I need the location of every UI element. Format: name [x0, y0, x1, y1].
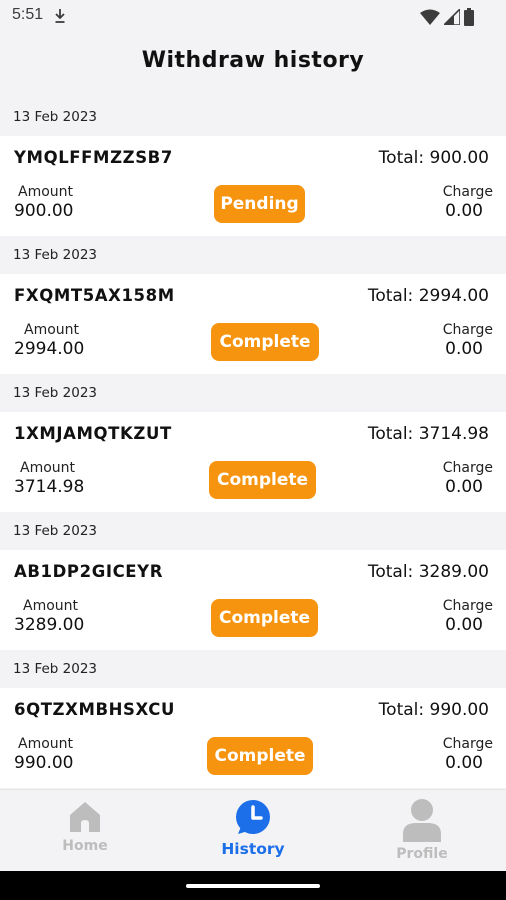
bottom-nav: Home History Profile — [0, 789, 506, 871]
page-title: Withdraw history — [141, 48, 365, 73]
status-bar: 5:51 — [0, 0, 506, 34]
status-badge: Complete — [207, 737, 313, 775]
total-amount: Total: 3289.00 — [367, 562, 489, 582]
charge-label: Charge — [442, 598, 493, 614]
withdraw-card[interactable]: AB1DP2GICEYR Total: 3289.00 Amount 3289.… — [0, 550, 506, 650]
amount-label: Amount — [20, 460, 76, 476]
charge-value: 0.00 — [445, 477, 483, 497]
transaction-id: FXQMT5AX158M — [14, 286, 175, 305]
total-amount: Total: 900.00 — [378, 148, 489, 168]
withdraw-card[interactable]: 6QTZXMBHSXCU Total: 990.00 Amount 990.00… — [0, 688, 506, 788]
transaction-id: YMQLFFMZZSB7 — [14, 148, 173, 167]
transaction-id: AB1DP2GICEYR — [14, 562, 164, 581]
nav-item-history[interactable]: History — [203, 798, 303, 858]
status-badge: Complete — [211, 599, 318, 637]
clock-icon — [236, 800, 270, 834]
withdraw-list: 13 Feb 2023 YMQLFFMZZSB7 Total: 900.00 A… — [0, 98, 506, 788]
person-icon — [403, 799, 441, 842]
status-badge: Complete — [209, 461, 316, 499]
charge-label: Charge — [442, 460, 493, 476]
charge-label: Charge — [442, 736, 493, 752]
home-gesture-pill[interactable] — [186, 884, 320, 888]
nav-label-home: Home — [62, 838, 108, 854]
charge-value: 0.00 — [445, 753, 483, 773]
battery-icon — [464, 8, 474, 26]
signal-icon — [444, 9, 460, 25]
amount-value: 3714.98 — [14, 477, 85, 497]
charge-value: 0.00 — [445, 201, 483, 221]
date-header: 13 Feb 2023 — [0, 374, 506, 412]
amount-label: Amount — [18, 184, 74, 200]
total-amount: Total: 990.00 — [378, 700, 489, 720]
amount-label: Amount — [23, 598, 79, 614]
nav-item-profile[interactable]: Profile — [372, 798, 472, 862]
charge-label: Charge — [442, 322, 493, 338]
amount-label: Amount — [18, 736, 74, 752]
amount-value: 3289.00 — [14, 615, 85, 635]
nav-label-profile: Profile — [396, 846, 448, 862]
status-badge: Complete — [211, 323, 319, 361]
transaction-id: 6QTZXMBHSXCU — [14, 700, 175, 719]
amount-value: 900.00 — [14, 201, 74, 221]
withdraw-card[interactable]: YMQLFFMZZSB7 Total: 900.00 Amount 900.00… — [0, 136, 506, 236]
amount-label: Amount — [24, 322, 80, 338]
total-amount: Total: 3714.98 — [367, 424, 489, 444]
withdraw-card[interactable]: FXQMT5AX158M Total: 2994.00 Amount 2994.… — [0, 274, 506, 374]
charge-value: 0.00 — [445, 339, 483, 359]
nav-label-history: History — [221, 840, 285, 858]
amount-value: 990.00 — [14, 753, 74, 773]
amount-value: 2994.00 — [14, 339, 85, 359]
date-header: 13 Feb 2023 — [0, 512, 506, 550]
date-header: 13 Feb 2023 — [0, 236, 506, 274]
wifi-icon — [420, 9, 440, 25]
status-badge: Pending — [214, 185, 305, 223]
home-icon — [70, 802, 100, 832]
date-header: 13 Feb 2023 — [0, 98, 506, 136]
status-time: 5:51 — [12, 6, 44, 23]
download-icon — [55, 9, 65, 23]
date-header: 13 Feb 2023 — [0, 650, 506, 688]
nav-item-home[interactable]: Home — [35, 798, 135, 854]
withdraw-card[interactable]: 1XMJAMQTKZUT Total: 3714.98 Amount 3714.… — [0, 412, 506, 512]
gesture-bar — [0, 871, 506, 900]
charge-label: Charge — [442, 184, 493, 200]
charge-value: 0.00 — [445, 615, 483, 635]
system-icons — [420, 8, 474, 26]
total-amount: Total: 2994.00 — [367, 286, 489, 306]
transaction-id: 1XMJAMQTKZUT — [14, 424, 172, 443]
